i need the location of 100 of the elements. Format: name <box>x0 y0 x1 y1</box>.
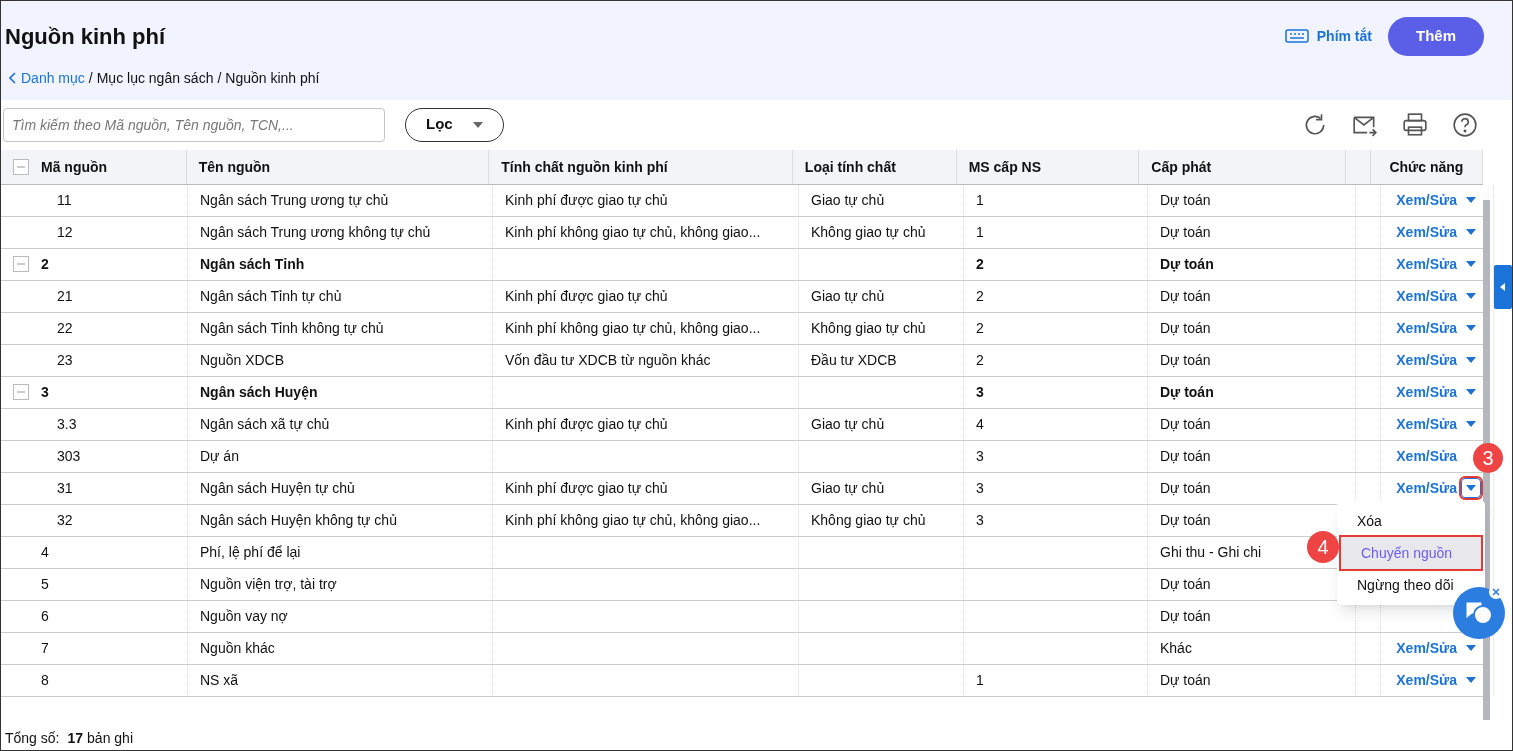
table-cell-text: Nguồn viện trợ, tài trợ <box>200 575 337 594</box>
table-cell-text: 3 <box>41 383 49 402</box>
view-edit-link[interactable]: Xem/Sửa <box>1396 350 1457 370</box>
table-cell-text: 2 <box>976 351 984 370</box>
table-cell-text: Không giao tự chủ <box>811 319 926 338</box>
view-edit-link[interactable]: Xem/Sửa <box>1396 254 1457 274</box>
view-edit-link[interactable]: Xem/Sửa <box>1396 286 1457 306</box>
table-cell-text: Dự toán <box>1160 447 1211 466</box>
caret-down-icon <box>1466 645 1476 651</box>
caret-down-icon <box>1466 485 1476 491</box>
table-cell-text: Ngân sách Huyện không tự chủ <box>200 511 397 530</box>
column-header: Tính chất nguồn kinh phí <box>501 157 668 177</box>
table-cell-text: Giao tự chủ <box>811 287 885 306</box>
table-cell-text: Không giao tự chủ <box>811 223 926 242</box>
breadcrumb-item: Nguồn kinh phí <box>225 68 320 88</box>
view-edit-link[interactable]: Xem/Sửa <box>1396 414 1457 434</box>
column-header: Loại tính chất <box>804 157 896 177</box>
caret-down-icon <box>1466 677 1476 683</box>
menu-item[interactable]: Xóa <box>1337 504 1485 537</box>
table-cell-text: Dự toán <box>1160 319 1211 338</box>
chat-button[interactable] <box>1453 587 1505 639</box>
table-cell-text: 21 <box>57 287 73 306</box>
column-header: Cấp phát <box>1151 157 1212 177</box>
search-field[interactable]: Tìm kiếm theo Mã nguồn, Tên nguồn, TCN,... <box>3 107 385 142</box>
total-count: 17 <box>67 728 84 748</box>
table-cell-text: 2 <box>976 319 984 338</box>
breadcrumb-link[interactable]: Danh mục <box>9 67 85 88</box>
view-edit-link[interactable]: Xem/Sửa <box>1396 478 1457 498</box>
table-cell-text: 4 <box>41 543 49 562</box>
table-cell-text: Dự toán <box>1160 287 1211 306</box>
table-cell-text: 3 <box>976 511 984 530</box>
view-edit-link[interactable]: Xem/Sửa <box>1396 222 1457 242</box>
table-cell-text: Ngân sách Huyện <box>200 383 318 402</box>
caret-down-icon <box>1466 197 1476 203</box>
shortcut-button[interactable]: Phím tắt <box>1284 26 1372 47</box>
table-cell-text: 7 <box>41 639 49 658</box>
column-header: Tên nguồn <box>198 157 271 177</box>
total-unit: bản ghi <box>87 728 133 748</box>
table-cell-text: 303 <box>57 447 81 466</box>
view-edit-link[interactable]: Xem/Sửa <box>1396 446 1457 466</box>
dropdown-button[interactable] <box>1461 478 1481 498</box>
table-cell-text: Kinh phí được giao tự chủ <box>505 287 668 306</box>
table-cell-text: Ngân sách Tỉnh <box>200 255 305 274</box>
view-edit-link[interactable]: Xem/Sửa <box>1396 190 1457 210</box>
table-cell-text: Không giao tự chủ <box>811 511 926 530</box>
table-cell-text: Ngân sách Huyện tự chủ <box>200 479 355 498</box>
table-cell-text: Vốn đầu tư XDCB từ nguồn khác <box>505 351 711 370</box>
menu-item[interactable]: Chuyển nguồn <box>1341 536 1481 569</box>
table-cell-text: Giao tự chủ <box>811 191 885 210</box>
table-cell-text: Kinh phí không giao tự chủ, không giao... <box>505 319 761 338</box>
table-cell-text: Dự toán <box>1160 511 1211 530</box>
table-cell-text: Giao tự chủ <box>811 479 885 498</box>
table-cell-text: 8 <box>41 671 49 690</box>
table-cell-text: Ghi thu - Ghi chi <box>1160 543 1262 562</box>
column-header: MS cấp NS <box>968 157 1042 177</box>
table-cell-text: Giao tự chủ <box>811 415 885 434</box>
table-cell-text: 2 <box>41 255 49 274</box>
table-cell-text: 3 <box>976 447 984 466</box>
table-cell-text: Khác <box>1160 639 1192 658</box>
menu-item[interactable]: Ngừng theo dõi <box>1337 568 1485 601</box>
table-cell-text: 2 <box>976 287 984 306</box>
view-edit-link[interactable]: Xem/Sửa <box>1396 670 1457 690</box>
table-cell-text: 31 <box>57 479 73 498</box>
caret-down-icon <box>1466 389 1476 395</box>
table-cell-text: 3.3 <box>57 415 77 434</box>
table-cell-text: Dự toán <box>1160 255 1214 274</box>
breadcrumb-item: Mục lục ngân sách <box>96 68 214 88</box>
table-cell-text: Ngân sách Tỉnh không tự chủ <box>200 319 384 338</box>
table-cell-text: Dự toán <box>1160 479 1211 498</box>
caret-down-icon <box>1466 357 1476 363</box>
table-cell-text: 1 <box>976 223 984 242</box>
table-cell-text: Đầu tư XDCB <box>811 351 897 370</box>
table-cell-text: 1 <box>976 191 984 210</box>
table-cell-text: Ngân sách Trung ương không tự chủ <box>200 223 431 242</box>
add-button[interactable]: Thêm <box>1388 17 1484 56</box>
table-cell-text: 11 <box>57 191 72 210</box>
view-edit-link[interactable]: Xem/Sửa <box>1396 318 1457 338</box>
page-title: Nguồn kinh phí <box>5 22 166 51</box>
step-badge: 3 <box>1473 442 1503 473</box>
breadcrumb-separator: / <box>217 68 222 88</box>
table-cell-text: 12 <box>57 223 73 242</box>
view-edit-link[interactable]: Xem/Sửa <box>1396 638 1457 658</box>
chevron-left-icon <box>9 71 17 84</box>
table-cell-text: Kinh phí không giao tự chủ, không giao... <box>505 511 761 530</box>
table-cell-text: Kinh phí được giao tự chủ <box>505 415 668 434</box>
caret-down-icon <box>1466 261 1476 267</box>
table-cell-text: 32 <box>57 511 73 530</box>
table-cell-text: 23 <box>57 351 73 370</box>
table-cell-text: 3 <box>976 383 984 402</box>
side-panel-toggle[interactable] <box>1494 264 1512 309</box>
table-cell-text: Ngân sách xã tự chủ <box>200 415 330 434</box>
breadcrumb-separator: / <box>88 68 93 88</box>
print-icon[interactable] <box>1402 111 1428 138</box>
table-cell-text: 1 <box>976 671 984 690</box>
caret-down-icon <box>1466 229 1476 235</box>
table-cell-text: Dự toán <box>1160 223 1211 242</box>
column-header: Mã nguồn <box>41 157 108 177</box>
view-edit-link[interactable]: Xem/Sửa <box>1396 382 1457 402</box>
help-icon[interactable] <box>1452 111 1478 138</box>
caret-down-icon <box>472 121 483 128</box>
